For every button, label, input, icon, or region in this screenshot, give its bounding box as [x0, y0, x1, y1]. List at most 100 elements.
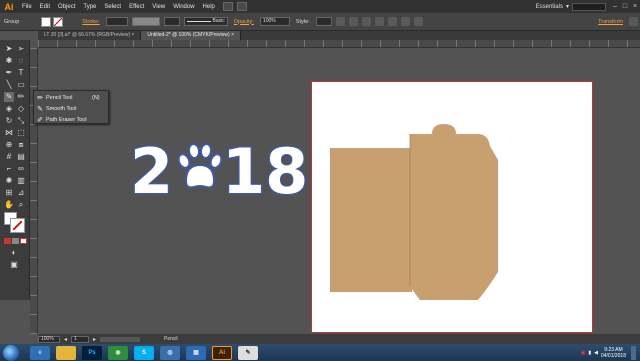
- free-transform-icon[interactable]: ⬚: [16, 128, 26, 138]
- menu-view[interactable]: View: [148, 4, 169, 10]
- tab-document-2[interactable]: Untitled-2* @ 100% (CMYK/Preview) ×: [141, 31, 241, 40]
- eyedropper-icon[interactable]: ⌐: [4, 164, 14, 174]
- shape-builder-icon[interactable]: ⊕: [4, 140, 14, 150]
- menu-file[interactable]: File: [18, 4, 36, 10]
- stroke-swatch[interactable]: [53, 16, 64, 27]
- stroke-weight-field[interactable]: [105, 17, 128, 26]
- zoom-field[interactable]: 100%: [38, 335, 60, 343]
- bridge-icon[interactable]: [222, 2, 233, 11]
- gradient-tool-icon[interactable]: ▤: [16, 152, 26, 162]
- lasso-tool-icon[interactable]: ◌: [16, 56, 26, 66]
- horizontal-scrollbar[interactable]: [100, 336, 141, 342]
- align-left-icon[interactable]: [348, 17, 358, 26]
- skype-icon[interactable]: S: [134, 345, 154, 360]
- paint-icon[interactable]: ✎: [238, 345, 258, 360]
- start-button[interactable]: [3, 344, 19, 361]
- menu-effect[interactable]: Effect: [125, 4, 148, 10]
- paintbrush-tool-icon[interactable]: ✎: [4, 92, 14, 102]
- style-label: Style:: [295, 18, 310, 25]
- recolor-icon[interactable]: [335, 17, 345, 26]
- type-tool-icon[interactable]: T: [16, 68, 26, 78]
- envelope-shapes: [330, 124, 498, 300]
- artboard-tool-icon[interactable]: ⊞: [4, 188, 14, 198]
- pen-tool-icon[interactable]: ✒: [4, 68, 14, 78]
- align-middle-icon[interactable]: [400, 17, 410, 26]
- photo-viewer-icon[interactable]: ◎: [160, 345, 180, 360]
- style-field[interactable]: [315, 17, 332, 26]
- mesh-tool-icon[interactable]: #: [4, 152, 14, 162]
- opacity-label[interactable]: Opacity:: [234, 19, 254, 25]
- search-input[interactable]: [572, 2, 606, 11]
- close-icon[interactable]: ×: [630, 2, 640, 11]
- graph-tool-icon[interactable]: ▥: [16, 176, 26, 186]
- flyout-item-pencil[interactable]: ✏ Pencil Tool (N): [34, 92, 110, 103]
- profile-field[interactable]: [163, 17, 180, 26]
- slice-tool-icon[interactable]: ⊿: [16, 188, 26, 198]
- line-tool-icon[interactable]: ╲: [4, 80, 14, 90]
- transform-label[interactable]: Transform: [598, 19, 623, 25]
- rotate-tool-icon[interactable]: ↻: [4, 116, 14, 126]
- blend-tool-icon[interactable]: ∞: [16, 164, 26, 174]
- magic-wand-icon[interactable]: ✱: [4, 56, 14, 66]
- next-artboard-icon[interactable]: ▸: [93, 336, 96, 343]
- menu-window[interactable]: Window: [169, 4, 198, 10]
- blob-brush-icon[interactable]: ◈: [4, 104, 14, 114]
- screen-mode-icon[interactable]: ▣: [9, 260, 19, 270]
- antivirus-icon[interactable]: ▣: [581, 350, 586, 356]
- menu-help[interactable]: Help: [199, 4, 219, 10]
- internet-explorer-icon[interactable]: e: [30, 345, 50, 360]
- stroke-color-swatch[interactable]: [10, 218, 25, 233]
- width-tool-icon[interactable]: ⋈: [4, 128, 14, 138]
- photoshop-icon[interactable]: Ps: [82, 345, 102, 360]
- control-panel-icon[interactable]: ▦: [186, 345, 206, 360]
- options-icon[interactable]: [629, 17, 638, 26]
- scale-tool-icon[interactable]: ⤡: [16, 116, 26, 126]
- brush-definition-field[interactable]: Basic: [183, 17, 228, 26]
- browser-icon[interactable]: ◉: [108, 345, 128, 360]
- artboard-number-field[interactable]: 1: [71, 335, 90, 343]
- tab-document-1[interactable]: LT 30 [3].ai* @ 66.67% (RGB/Preview) ×: [38, 31, 142, 40]
- fill-swatch[interactable]: [41, 16, 52, 27]
- selection-tool-icon[interactable]: ➤: [4, 44, 14, 54]
- year-2018-artwork[interactable]: 2 18: [128, 137, 306, 201]
- align-bottom-icon[interactable]: [413, 17, 423, 26]
- pencil-tool-icon[interactable]: ✏: [16, 92, 26, 102]
- menu-select[interactable]: Select: [100, 4, 125, 10]
- workspace-switcher[interactable]: Essentials ▾: [536, 2, 606, 11]
- stroke-label[interactable]: Stroke:: [82, 19, 99, 25]
- illustrator-icon[interactable]: Ai: [212, 345, 232, 360]
- show-desktop-button[interactable]: [631, 345, 636, 360]
- prev-artboard-icon[interactable]: ◂: [64, 336, 67, 343]
- align-right-icon[interactable]: [374, 17, 384, 26]
- opacity-field[interactable]: 100%: [259, 17, 290, 26]
- maximize-icon[interactable]: □: [620, 2, 630, 11]
- envelope-artwork[interactable]: [328, 122, 500, 302]
- horizontal-ruler[interactable]: [38, 40, 640, 48]
- minimize-icon[interactable]: –: [610, 2, 620, 11]
- file-explorer-icon[interactable]: [56, 345, 76, 360]
- clock[interactable]: 9:23 AM 04/01/2018: [601, 347, 626, 359]
- eraser-tool-icon[interactable]: ◇: [16, 104, 26, 114]
- flyout-item-smooth[interactable]: ✎ Smooth Tool: [34, 103, 110, 114]
- color-mode-icon[interactable]: [4, 238, 11, 244]
- menu-type[interactable]: Type: [79, 4, 100, 10]
- direct-selection-tool-icon[interactable]: ➢: [16, 44, 26, 54]
- network-icon[interactable]: ▮: [588, 350, 591, 356]
- rectangle-tool-icon[interactable]: ▭: [16, 80, 26, 90]
- zoom-tool-icon[interactable]: ⌕: [16, 200, 26, 210]
- volume-icon[interactable]: ◀: [594, 350, 598, 356]
- hand-tool-icon[interactable]: ✋: [4, 200, 14, 210]
- gradient-mode-icon[interactable]: [12, 238, 19, 244]
- menu-edit[interactable]: Edit: [36, 4, 54, 10]
- variable-width-field[interactable]: [131, 17, 160, 26]
- flyout-item-shortcut: (N): [92, 94, 100, 101]
- arrange-documents-icon[interactable]: [236, 2, 247, 11]
- menu-object[interactable]: Object: [54, 4, 79, 10]
- none-mode-icon[interactable]: [20, 238, 27, 244]
- draw-mode-icon[interactable]: ◐: [9, 248, 19, 258]
- align-center-icon[interactable]: [361, 17, 371, 26]
- symbol-sprayer-icon[interactable]: ✺: [4, 176, 14, 186]
- flyout-item-path-eraser[interactable]: ✐ Path Eraser Tool: [34, 114, 110, 125]
- align-top-icon[interactable]: [387, 17, 397, 26]
- perspective-grid-icon[interactable]: ⧈: [16, 140, 26, 150]
